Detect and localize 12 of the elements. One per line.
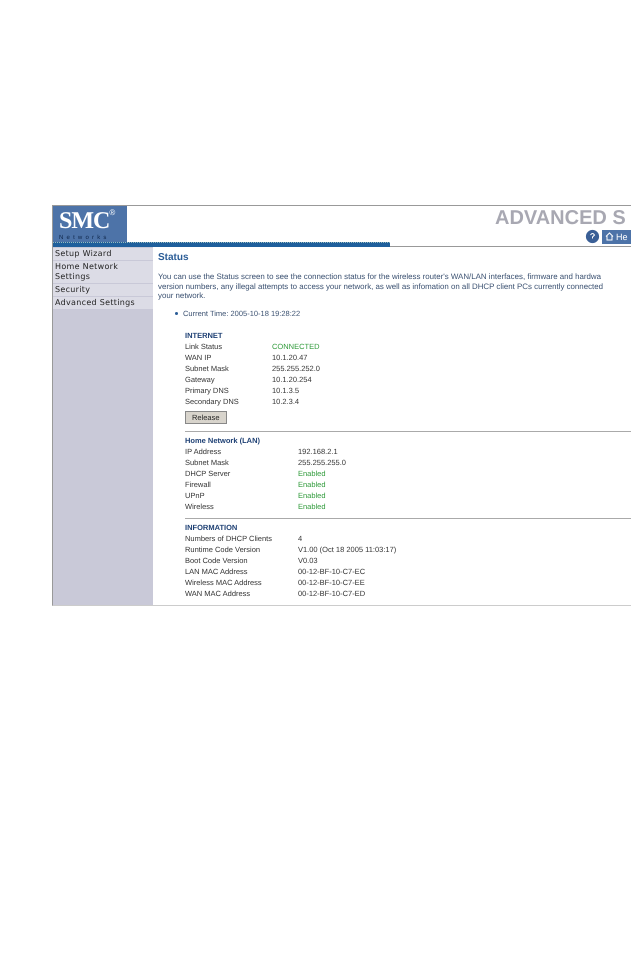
logo-text: SMC (59, 209, 110, 233)
help-icon[interactable] (585, 229, 600, 244)
sidebar-item[interactable]: Advanced Settings (53, 297, 153, 309)
sidebar-item[interactable]: Setup Wizard (53, 248, 153, 260)
page-title: Status (158, 252, 190, 263)
bullet-icon (175, 312, 178, 314)
banner-title: ADVANCED S (495, 207, 626, 230)
registered-mark: ® (109, 209, 116, 217)
sidebar-item[interactable]: Home Network Settings (53, 261, 153, 283)
home-tab[interactable]: He (602, 230, 631, 244)
home-icon (605, 232, 614, 241)
sidebar-item[interactable]: Security (53, 284, 153, 296)
